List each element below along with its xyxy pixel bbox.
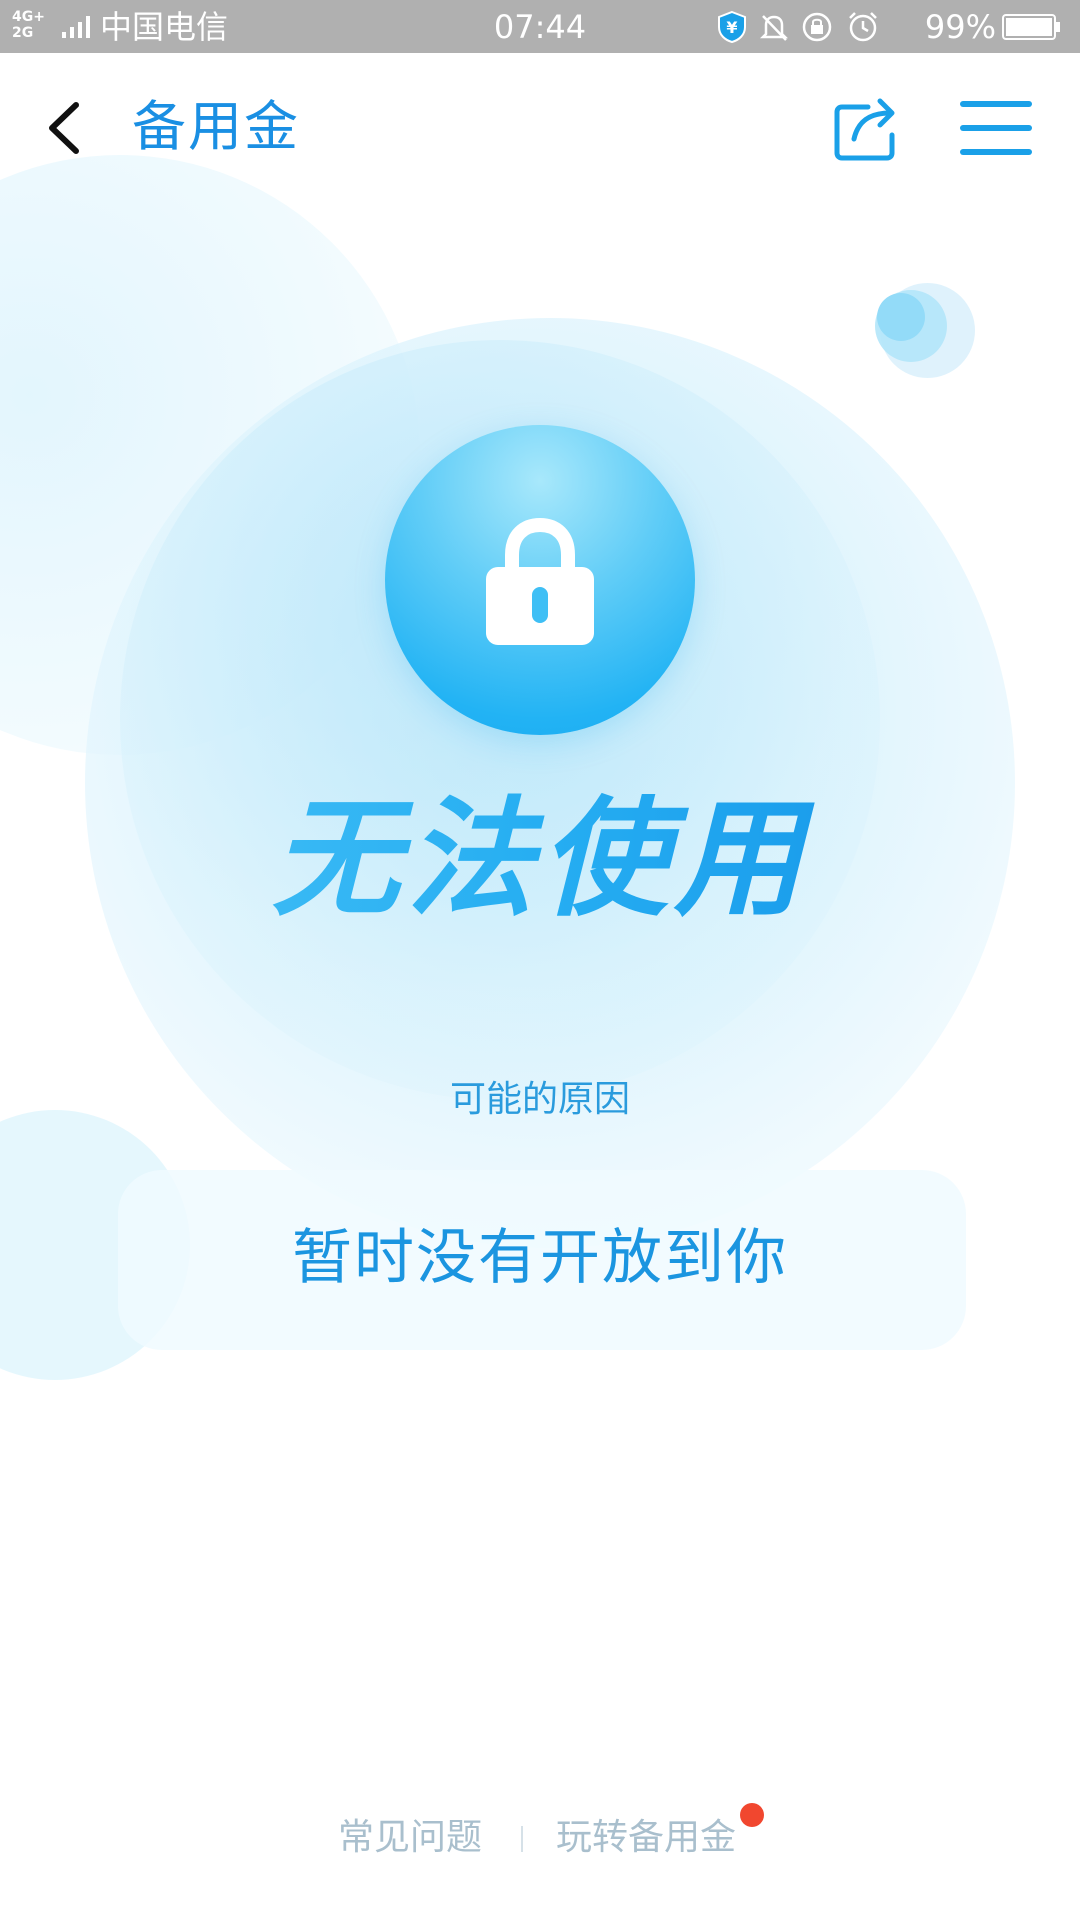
- battery-icon: [1002, 14, 1060, 40]
- decorative-bubble: [875, 290, 947, 362]
- mute-bell-icon: [759, 15, 789, 41]
- status-time: 07:44: [493, 8, 587, 46]
- page-title: 备用金: [132, 95, 300, 158]
- decorative-bubble: [877, 293, 925, 341]
- lock-icon: [486, 517, 594, 645]
- footer-divider: [521, 1826, 523, 1852]
- status-headline: 无法使用: [0, 780, 1080, 940]
- notification-dot: [740, 1803, 764, 1827]
- svg-text:¥: ¥: [726, 18, 737, 37]
- faq-link[interactable]: 常见问题: [338, 1810, 482, 1866]
- hamburger-menu-icon[interactable]: [958, 97, 1034, 159]
- guide-link[interactable]: 玩转备用金: [556, 1810, 736, 1866]
- share-icon[interactable]: [832, 93, 902, 163]
- decorative-bubble: [880, 283, 975, 378]
- app-screen: 4G+ 2G 中国电信 07:44 ¥ 99% 备用金 无法使用 可能的原因 暂…: [0, 0, 1080, 1920]
- footer-links: 常见问题 玩转备用金: [0, 1803, 1080, 1870]
- rotation-lock-icon: [802, 12, 832, 42]
- chevron-left-icon[interactable]: [36, 93, 96, 163]
- decorative-bubble: [0, 155, 420, 755]
- battery-percent: 99%: [924, 8, 996, 46]
- reason-text: 暂时没有开放到你: [292, 1223, 788, 1293]
- app-header: 备用金: [0, 53, 1080, 197]
- status-bar: 4G+ 2G 中国电信 07:44 ¥ 99%: [0, 0, 1080, 53]
- wallet-shield-icon: ¥: [718, 10, 746, 44]
- status-icons: ¥: [716, 10, 880, 44]
- reason-label: 可能的原因: [449, 1079, 630, 1120]
- alarm-icon: [849, 12, 877, 42]
